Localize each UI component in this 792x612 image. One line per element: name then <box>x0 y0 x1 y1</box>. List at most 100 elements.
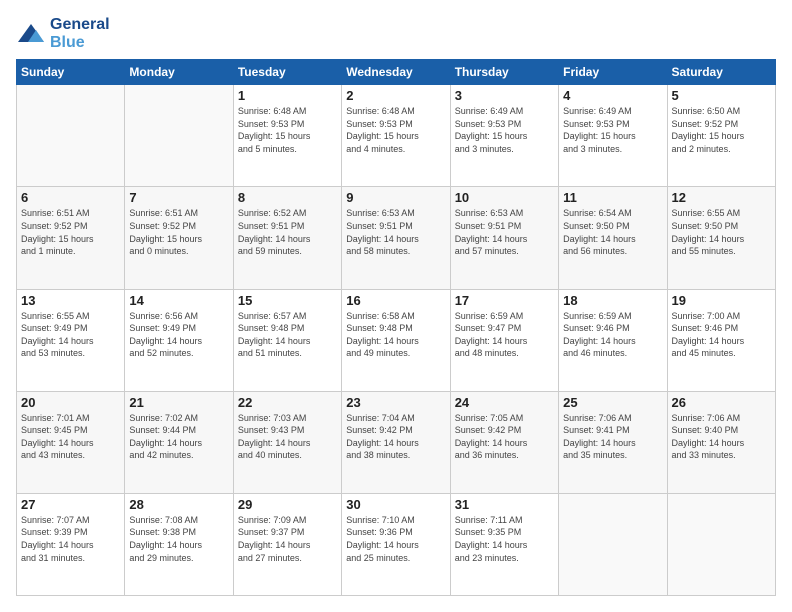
day-info: Sunrise: 6:53 AM Sunset: 9:51 PM Dayligh… <box>455 207 554 257</box>
day-info: Sunrise: 6:56 AM Sunset: 9:49 PM Dayligh… <box>129 310 228 360</box>
day-cell: 24 Sunrise: 7:05 AM Sunset: 9:42 PM Dayli… <box>450 391 558 493</box>
day-info: Sunrise: 6:49 AM Sunset: 9:53 PM Dayligh… <box>455 105 554 155</box>
day-info: Sunrise: 7:02 AM Sunset: 9:44 PM Dayligh… <box>129 412 228 462</box>
day-cell: 20 Sunrise: 7:01 AM Sunset: 9:45 PM Dayli… <box>17 391 125 493</box>
week-row-1: 1 Sunrise: 6:48 AM Sunset: 9:53 PM Daylig… <box>17 85 776 187</box>
day-cell <box>667 493 775 595</box>
week-row-4: 20 Sunrise: 7:01 AM Sunset: 9:45 PM Dayli… <box>17 391 776 493</box>
weekday-header-thursday: Thursday <box>450 60 558 85</box>
day-number: 24 <box>455 395 554 410</box>
day-number: 21 <box>129 395 228 410</box>
day-info: Sunrise: 6:51 AM Sunset: 9:52 PM Dayligh… <box>21 207 120 257</box>
day-cell: 9Sunrise: 6:53 AM Sunset: 9:51 PM Daylig… <box>342 187 450 289</box>
day-info: Sunrise: 7:10 AM Sunset: 9:36 PM Dayligh… <box>346 514 445 564</box>
day-number: 11 <box>563 190 662 205</box>
day-number: 26 <box>672 395 771 410</box>
day-info: Sunrise: 7:05 AM Sunset: 9:42 PM Dayligh… <box>455 412 554 462</box>
day-cell <box>17 85 125 187</box>
day-cell: 8 Sunrise: 6:52 AM Sunset: 9:51 PM Daylig… <box>233 187 341 289</box>
calendar-table: SundayMondayTuesdayWednesdayThursdayFrid… <box>16 59 776 596</box>
day-number: 7 <box>129 190 228 205</box>
weekday-header-sunday: Sunday <box>17 60 125 85</box>
day-number: 3 <box>455 88 554 103</box>
day-number: 19 <box>672 293 771 308</box>
day-info: Sunrise: 6:52 AM Sunset: 9:51 PM Dayligh… <box>238 207 337 257</box>
day-info: Sunrise: 7:06 AM Sunset: 9:40 PM Dayligh… <box>672 412 771 462</box>
day-number: 16 <box>346 293 445 308</box>
weekday-header-tuesday: Tuesday <box>233 60 341 85</box>
day-number: 25 <box>563 395 662 410</box>
day-cell: 6 Sunrise: 6:51 AM Sunset: 9:52 PM Daylig… <box>17 187 125 289</box>
day-info: Sunrise: 7:08 AM Sunset: 9:38 PM Dayligh… <box>129 514 228 564</box>
day-info: Sunrise: 6:51 AM Sunset: 9:52 PM Dayligh… <box>129 207 228 257</box>
day-info: Sunrise: 7:09 AM Sunset: 9:37 PM Dayligh… <box>238 514 337 564</box>
day-cell: 25Sunrise: 7:06 AM Sunset: 9:41 PM Dayli… <box>559 391 667 493</box>
day-info: Sunrise: 6:50 AM Sunset: 9:52 PM Dayligh… <box>672 105 771 155</box>
day-number: 4 <box>563 88 662 103</box>
day-cell: 14 Sunrise: 6:56 AM Sunset: 9:49 PM Dayli… <box>125 289 233 391</box>
day-info: Sunrise: 6:55 AM Sunset: 9:50 PM Dayligh… <box>672 207 771 257</box>
day-cell: 10 Sunrise: 6:53 AM Sunset: 9:51 PM Dayli… <box>450 187 558 289</box>
day-number: 18 <box>563 293 662 308</box>
day-cell: 17Sunrise: 6:59 AM Sunset: 9:47 PM Dayli… <box>450 289 558 391</box>
weekday-header-monday: Monday <box>125 60 233 85</box>
day-number: 29 <box>238 497 337 512</box>
day-number: 31 <box>455 497 554 512</box>
day-cell: 7 Sunrise: 6:51 AM Sunset: 9:52 PM Daylig… <box>125 187 233 289</box>
day-number: 9 <box>346 190 445 205</box>
day-cell: 1 Sunrise: 6:48 AM Sunset: 9:53 PM Daylig… <box>233 85 341 187</box>
week-row-3: 13Sunrise: 6:55 AM Sunset: 9:49 PM Dayli… <box>17 289 776 391</box>
logo: General Blue <box>16 16 110 51</box>
day-number: 8 <box>238 190 337 205</box>
day-info: Sunrise: 6:58 AM Sunset: 9:48 PM Dayligh… <box>346 310 445 360</box>
day-cell: 5 Sunrise: 6:50 AM Sunset: 9:52 PM Daylig… <box>667 85 775 187</box>
day-info: Sunrise: 6:49 AM Sunset: 9:53 PM Dayligh… <box>563 105 662 155</box>
day-info: Sunrise: 6:54 AM Sunset: 9:50 PM Dayligh… <box>563 207 662 257</box>
weekday-header-saturday: Saturday <box>667 60 775 85</box>
day-cell: 27 Sunrise: 7:07 AM Sunset: 9:39 PM Dayli… <box>17 493 125 595</box>
day-cell: 23 Sunrise: 7:04 AM Sunset: 9:42 PM Dayli… <box>342 391 450 493</box>
day-info: Sunrise: 6:57 AM Sunset: 9:48 PM Dayligh… <box>238 310 337 360</box>
day-cell: 18 Sunrise: 6:59 AM Sunset: 9:46 PM Dayli… <box>559 289 667 391</box>
day-number: 23 <box>346 395 445 410</box>
day-info: Sunrise: 6:59 AM Sunset: 9:46 PM Dayligh… <box>563 310 662 360</box>
day-number: 30 <box>346 497 445 512</box>
day-number: 2 <box>346 88 445 103</box>
week-row-5: 27 Sunrise: 7:07 AM Sunset: 9:39 PM Dayli… <box>17 493 776 595</box>
day-number: 6 <box>21 190 120 205</box>
day-cell: 2 Sunrise: 6:48 AM Sunset: 9:53 PM Daylig… <box>342 85 450 187</box>
day-cell: 28Sunrise: 7:08 AM Sunset: 9:38 PM Dayli… <box>125 493 233 595</box>
day-number: 14 <box>129 293 228 308</box>
day-cell: 22 Sunrise: 7:03 AM Sunset: 9:43 PM Dayli… <box>233 391 341 493</box>
day-number: 22 <box>238 395 337 410</box>
day-info: Sunrise: 7:01 AM Sunset: 9:45 PM Dayligh… <box>21 412 120 462</box>
day-number: 27 <box>21 497 120 512</box>
day-cell: 4 Sunrise: 6:49 AM Sunset: 9:53 PM Daylig… <box>559 85 667 187</box>
day-number: 13 <box>21 293 120 308</box>
day-cell: 16 Sunrise: 6:58 AM Sunset: 9:48 PM Dayli… <box>342 289 450 391</box>
day-number: 12 <box>672 190 771 205</box>
day-number: 10 <box>455 190 554 205</box>
day-info: Sunrise: 7:03 AM Sunset: 9:43 PM Dayligh… <box>238 412 337 462</box>
day-number: 1 <box>238 88 337 103</box>
day-info: Sunrise: 6:48 AM Sunset: 9:53 PM Dayligh… <box>238 105 337 155</box>
day-info: Sunrise: 7:11 AM Sunset: 9:35 PM Dayligh… <box>455 514 554 564</box>
day-number: 20 <box>21 395 120 410</box>
week-row-2: 6 Sunrise: 6:51 AM Sunset: 9:52 PM Daylig… <box>17 187 776 289</box>
day-info: Sunrise: 7:04 AM Sunset: 9:42 PM Dayligh… <box>346 412 445 462</box>
day-cell: 21 Sunrise: 7:02 AM Sunset: 9:44 PM Dayli… <box>125 391 233 493</box>
page-header: General Blue <box>16 16 776 51</box>
weekday-header-wednesday: Wednesday <box>342 60 450 85</box>
weekday-header-row: SundayMondayTuesdayWednesdayThursdayFrid… <box>17 60 776 85</box>
day-cell: 19 Sunrise: 7:00 AM Sunset: 9:46 PM Dayli… <box>667 289 775 391</box>
day-number: 17 <box>455 293 554 308</box>
day-number: 5 <box>672 88 771 103</box>
day-cell: 31 Sunrise: 7:11 AM Sunset: 9:35 PM Dayli… <box>450 493 558 595</box>
day-info: Sunrise: 6:48 AM Sunset: 9:53 PM Dayligh… <box>346 105 445 155</box>
day-info: Sunrise: 7:00 AM Sunset: 9:46 PM Dayligh… <box>672 310 771 360</box>
day-cell: 29 Sunrise: 7:09 AM Sunset: 9:37 PM Dayli… <box>233 493 341 595</box>
day-cell: 12 Sunrise: 6:55 AM Sunset: 9:50 PM Dayli… <box>667 187 775 289</box>
day-info: Sunrise: 7:07 AM Sunset: 9:39 PM Dayligh… <box>21 514 120 564</box>
day-cell: 15Sunrise: 6:57 AM Sunset: 9:48 PM Dayli… <box>233 289 341 391</box>
logo-icon <box>16 22 46 46</box>
